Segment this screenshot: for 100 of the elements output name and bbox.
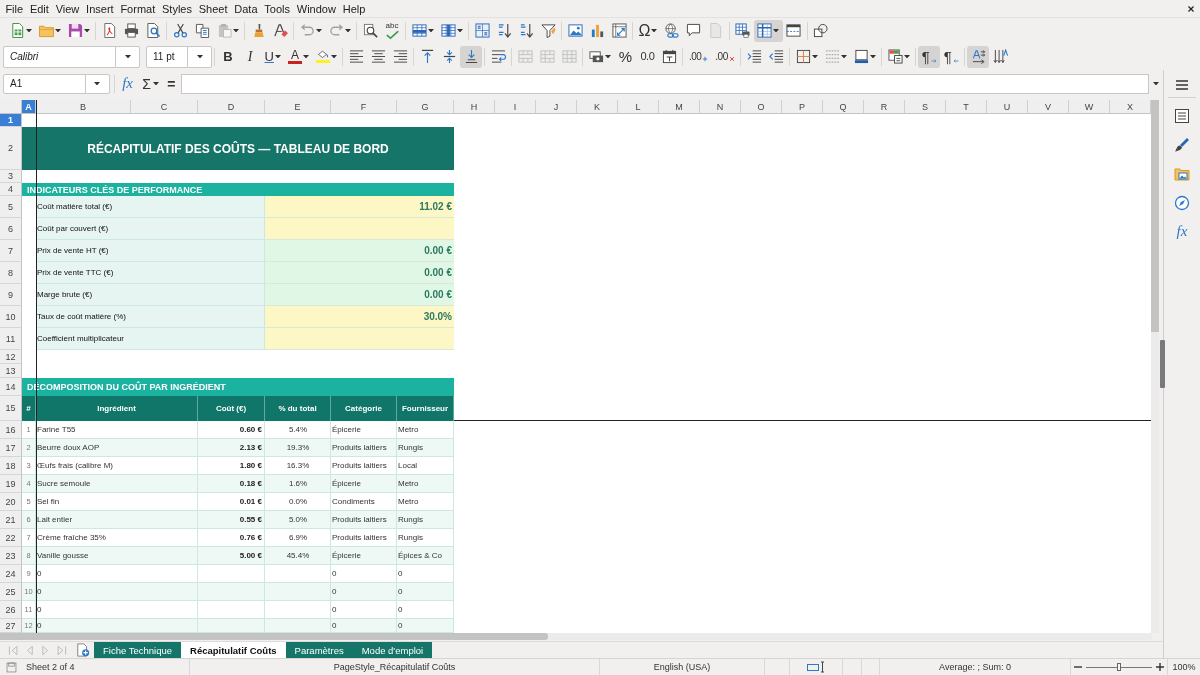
menu-item[interactable]: Data [230,2,261,15]
formula-button[interactable]: = [164,73,179,94]
column-header[interactable]: L [618,100,659,114]
row-header[interactable]: 7 [0,240,22,262]
menu-item[interactable]: Insert [82,2,117,15]
row-header[interactable]: 22 [0,529,22,547]
column-header[interactable]: S [905,100,946,114]
sidebar-collapse-handle[interactable] [1160,340,1165,388]
function-wizard-button[interactable]: fx [118,73,137,94]
column-header[interactable]: W [1069,100,1110,114]
row-header[interactable]: 27 [0,619,22,633]
formula-input[interactable] [181,73,1150,94]
row-header[interactable]: 23 [0,547,22,565]
font-name-box[interactable]: Calibri [3,45,140,68]
font-size-box[interactable]: 11 pt [146,45,212,68]
horizontal-scrollbar[interactable] [0,633,1152,640]
row-header[interactable]: 12 [0,350,22,364]
row-header[interactable]: 4 [0,183,22,196]
bold-button[interactable]: B [217,45,239,68]
underline-button[interactable]: U [261,45,285,68]
column-header[interactable]: F [331,100,397,114]
column-header[interactable]: X [1110,100,1151,114]
add-decimal-button[interactable]: .00 [685,45,712,68]
column-header[interactable]: H [454,100,495,114]
sheet-tab[interactable]: Mode d'emploi [352,642,433,658]
menu-item[interactable]: Sheet [195,2,231,15]
functions-button[interactable]: fx [1169,217,1195,246]
row-header[interactable]: 1 [0,114,22,127]
number-format-button[interactable]: 0.0 [636,45,659,68]
column-header[interactable]: Q [823,100,864,114]
menu-item[interactable]: File [2,2,27,15]
column-header[interactable]: A [22,100,36,114]
name-box[interactable]: A1 [3,73,110,94]
row-header[interactable]: 19 [0,475,22,493]
row-header[interactable]: 2 [0,127,22,170]
row-header[interactable]: 10 [0,306,22,328]
row-header[interactable]: 11 [0,328,22,350]
vertical-scrollbar[interactable] [1151,100,1159,633]
text-left-to-right-button[interactable] [967,45,990,68]
row-header[interactable]: 5 [0,196,22,218]
close-button[interactable] [1187,4,1195,13]
right-to-left-button[interactable]: ¶ [940,45,963,68]
row-header[interactable]: 18 [0,457,22,475]
row-header[interactable]: 14 [0,378,22,396]
menu-item[interactable]: View [52,2,83,15]
sheet-tab[interactable]: Fiche Technique [94,642,181,658]
row-header[interactable]: 20 [0,493,22,511]
column-header[interactable]: G [397,100,454,114]
menu-item[interactable]: Format [117,2,159,15]
column-header[interactable]: T [946,100,987,114]
column-header[interactable]: B [36,100,131,114]
left-to-right-button[interactable]: ¶ [918,45,941,68]
menu-item[interactable]: Tools [260,2,294,15]
spelling-button[interactable]: abc [381,19,403,42]
row-header[interactable]: 21 [0,511,22,529]
row-header[interactable]: 26 [0,601,22,619]
column-header[interactable]: J [536,100,577,114]
scrollbar-thumb[interactable] [1151,100,1159,332]
row-header[interactable]: 17 [0,439,22,457]
column-header[interactable]: U [987,100,1028,114]
zoom-slider-thumb[interactable] [1117,663,1121,671]
row-header[interactable]: 25 [0,583,22,601]
column-header[interactable]: V [1028,100,1069,114]
column-header[interactable]: P [782,100,823,114]
align-bottom-button[interactable] [460,45,483,68]
menu-item[interactable]: Edit [26,2,53,15]
column-header[interactable]: C [131,100,198,114]
menu-item[interactable]: Styles [158,2,196,15]
supplier-cell: Rungis [397,529,454,547]
zoom-in-button[interactable] [1155,662,1165,672]
row-header[interactable]: 15 [0,396,22,421]
row-header[interactable]: 3 [0,170,22,183]
scrollbar-thumb[interactable] [0,633,548,640]
column-header[interactable]: N [700,100,741,114]
select-function-button[interactable]: Σ [136,73,165,94]
column-header[interactable]: K [577,100,618,114]
row-header[interactable]: 8 [0,262,22,284]
freeze-panes-button[interactable] [753,19,783,42]
sheet-tab[interactable]: Paramètres [285,642,353,658]
column-header[interactable]: M [659,100,700,114]
sheet-tab[interactable]: Récapitulatif Coûts [181,642,286,658]
column-header[interactable]: E [265,100,331,114]
italic-button[interactable]: I [239,45,261,68]
row-header[interactable]: 16 [0,421,22,439]
add-sheet-button[interactable] [76,643,90,657]
menu-item[interactable]: Help [339,2,369,15]
row-header[interactable]: 13 [0,364,22,378]
column-header[interactable]: D [198,100,265,114]
row-header[interactable]: 6 [0,218,22,240]
font-color-button[interactable]: A [284,45,313,68]
column-header[interactable]: I [495,100,536,114]
undo-icon [299,23,315,38]
column-header[interactable]: R [864,100,905,114]
delete-decimal-button[interactable]: .00 [711,45,739,68]
row-header[interactable]: 24 [0,565,22,583]
special-character-button[interactable]: Ω [635,19,661,42]
menu-item[interactable]: Window [293,2,340,15]
row-header[interactable]: 9 [0,284,22,306]
percent-format-button[interactable]: % [614,45,637,68]
column-header[interactable]: O [741,100,782,114]
